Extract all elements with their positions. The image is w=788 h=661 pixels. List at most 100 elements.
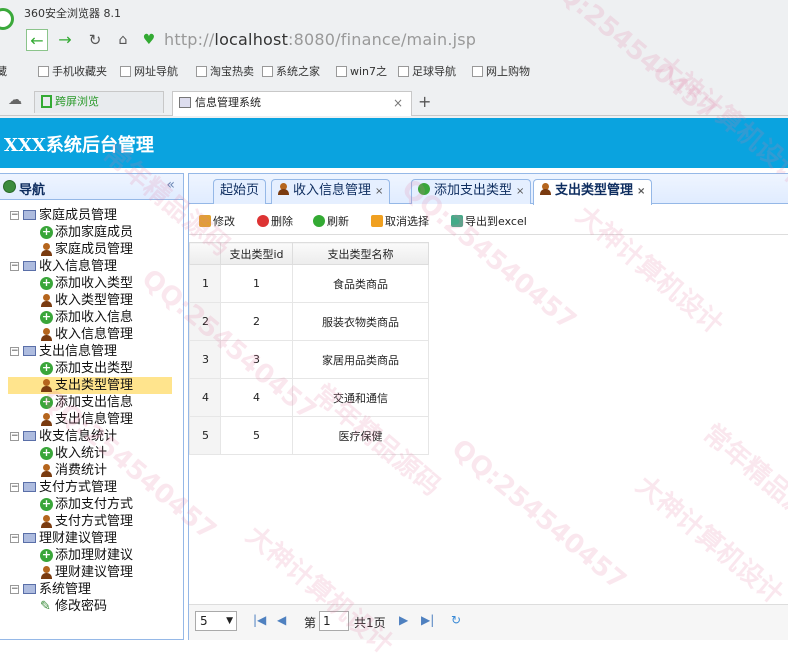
- close-icon[interactable]: ×: [375, 186, 383, 197]
- tree-item[interactable]: ✎ 修改密码: [0, 598, 184, 615]
- delete-button[interactable]: 删除: [257, 213, 293, 229]
- column-header-name[interactable]: 支出类型名称: [292, 242, 429, 265]
- column-header-id[interactable]: 支出类型id: [220, 242, 293, 265]
- tree-item[interactable]: + 添加支出信息: [0, 394, 184, 411]
- panel-tab[interactable]: 起始页: [213, 179, 267, 204]
- bookmark-item[interactable]: 淘宝热卖: [196, 63, 254, 79]
- tree-item-label: 添加收入信息: [55, 310, 134, 325]
- bookmark-item[interactable]: 藏: [0, 63, 7, 79]
- collapse-toggle-icon[interactable]: −: [10, 432, 19, 441]
- export-excel-button[interactable]: 导出到excel: [451, 213, 527, 229]
- tree-group[interactable]: − 家庭成员管理: [0, 207, 184, 224]
- close-icon[interactable]: ×: [637, 186, 645, 197]
- tree-item[interactable]: + 添加支出类型: [0, 360, 184, 377]
- tree-item[interactable]: 支付方式管理: [0, 513, 184, 530]
- bookmark-item[interactable]: 手机收藏夹: [38, 63, 107, 79]
- close-icon[interactable]: ×: [516, 186, 524, 197]
- refresh-button[interactable]: 刷新: [313, 213, 349, 229]
- tree-item[interactable]: + 添加收入信息: [0, 309, 184, 326]
- cell-name: 家居用品类商品: [292, 340, 429, 379]
- cell-id: 2: [220, 302, 293, 341]
- table-row[interactable]: 1 1 食品类商品: [189, 264, 429, 303]
- collapse-toggle-icon[interactable]: −: [10, 262, 19, 271]
- page-size-select[interactable]: 5 ▼: [195, 611, 237, 631]
- first-page-icon[interactable]: |◀: [253, 613, 266, 627]
- row-number: 5: [189, 416, 221, 455]
- collapse-toggle-icon[interactable]: −: [10, 585, 19, 594]
- page-number-input[interactable]: 1: [319, 611, 349, 631]
- page-total: 共1页: [354, 616, 386, 630]
- dropdown-arrow-icon: ▼: [226, 616, 233, 626]
- tree-item-label: 支出类型管理: [55, 378, 134, 393]
- delete-label: 删除: [271, 215, 293, 228]
- cell-name: 食品类商品: [292, 264, 429, 303]
- row-number: 2: [189, 302, 221, 341]
- bookmark-item[interactable]: 足球导航: [398, 63, 456, 79]
- edit-label: 修改: [213, 215, 235, 228]
- app-header: XXX系统后台管理: [0, 118, 788, 168]
- bookmark-item[interactable]: 网址导航: [120, 63, 178, 79]
- tree-item[interactable]: 家庭成员管理: [0, 241, 184, 258]
- bookmark-label: 网上购物: [486, 65, 530, 78]
- tree-item[interactable]: 消费统计: [0, 462, 184, 479]
- panel-tab[interactable]: 支出类型管理 ×: [533, 179, 653, 205]
- prev-page-icon[interactable]: ◀: [277, 613, 286, 627]
- cloud-icon[interactable]: ☁: [8, 92, 22, 108]
- tree-group[interactable]: − 收支信息统计: [0, 428, 184, 445]
- collapse-icon[interactable]: «: [166, 177, 175, 193]
- back-arrow-icon[interactable]: ←: [26, 29, 48, 51]
- new-tab-icon[interactable]: +: [418, 92, 431, 111]
- forward-arrow-icon[interactable]: →: [54, 29, 76, 51]
- collapse-toggle-icon[interactable]: −: [10, 483, 19, 492]
- tree-item[interactable]: + 添加支付方式: [0, 496, 184, 513]
- user-icon: [40, 413, 53, 426]
- tree-item[interactable]: 收入信息管理: [0, 326, 184, 343]
- collapse-toggle-icon[interactable]: −: [10, 534, 19, 543]
- tree-item[interactable]: 支出类型管理: [8, 377, 172, 394]
- add-icon: +: [40, 497, 53, 511]
- last-page-icon[interactable]: ▶|: [421, 613, 434, 627]
- tree-item[interactable]: + 添加家庭成员: [0, 224, 184, 241]
- tree-group[interactable]: − 系统管理: [0, 581, 184, 598]
- bookmark-icon: [398, 66, 409, 77]
- tree-group[interactable]: − 支出信息管理: [0, 343, 184, 360]
- tree-item[interactable]: + 收入统计: [0, 445, 184, 462]
- address-bar[interactable]: http://localhost:8080/finance/main.jsp: [164, 30, 476, 49]
- bookmark-item[interactable]: win7之: [336, 63, 387, 79]
- next-page-icon[interactable]: ▶: [399, 613, 408, 627]
- close-tab-icon[interactable]: ×: [393, 92, 403, 114]
- pencil-icon: ✎: [40, 599, 51, 614]
- tree-item[interactable]: 支出信息管理: [0, 411, 184, 428]
- table-row[interactable]: 5 5 医疗保健: [189, 416, 429, 455]
- user-icon: [40, 566, 53, 579]
- bookmark-item[interactable]: 网上购物: [472, 63, 530, 79]
- panel-tab[interactable]: 收入信息管理 ×: [271, 179, 391, 204]
- home-icon[interactable]: ⌂: [112, 29, 134, 51]
- cancel-selection-button[interactable]: 取消选择: [371, 213, 429, 229]
- cell-name: 服装衣物类商品: [292, 302, 429, 341]
- panel-tab[interactable]: 添加支出类型 ×: [411, 179, 532, 204]
- browser-tab-split[interactable]: 跨屏浏览: [34, 91, 164, 113]
- bookmark-item[interactable]: 系统之家: [262, 63, 320, 79]
- edit-button[interactable]: 修改: [199, 213, 235, 229]
- reload-icon[interactable]: ↻: [84, 29, 106, 51]
- sidebar-header: 导航 «: [0, 174, 183, 200]
- pager: 5 ▼ |◀ ◀ 第 1 共1页 ▶ ▶| ↻: [189, 604, 788, 640]
- tree-group[interactable]: − 支付方式管理: [0, 479, 184, 496]
- tree-item[interactable]: 收入类型管理: [0, 292, 184, 309]
- panel-tabs: 起始页 收入信息管理 × 添加支出类型 × 支出类型管理 ×: [189, 174, 788, 205]
- tree-item-label: 添加家庭成员: [55, 225, 134, 240]
- collapse-toggle-icon[interactable]: −: [10, 347, 19, 356]
- page-size-value: 5: [200, 614, 208, 628]
- pager-refresh-icon[interactable]: ↻: [451, 613, 461, 627]
- tree-item[interactable]: + 添加理财建议: [0, 547, 184, 564]
- collapse-toggle-icon[interactable]: −: [10, 211, 19, 220]
- tree-group[interactable]: − 理财建议管理: [0, 530, 184, 547]
- table-row[interactable]: 3 3 家居用品类商品: [189, 340, 429, 379]
- browser-tab-active[interactable]: 信息管理系统 ×: [172, 91, 412, 116]
- table-row[interactable]: 4 4 交通和通信: [189, 378, 429, 417]
- tree-group[interactable]: − 收入信息管理: [0, 258, 184, 275]
- tree-item[interactable]: 理财建议管理: [0, 564, 184, 581]
- table-row[interactable]: 2 2 服装衣物类商品: [189, 302, 429, 341]
- tree-item[interactable]: + 添加收入类型: [0, 275, 184, 292]
